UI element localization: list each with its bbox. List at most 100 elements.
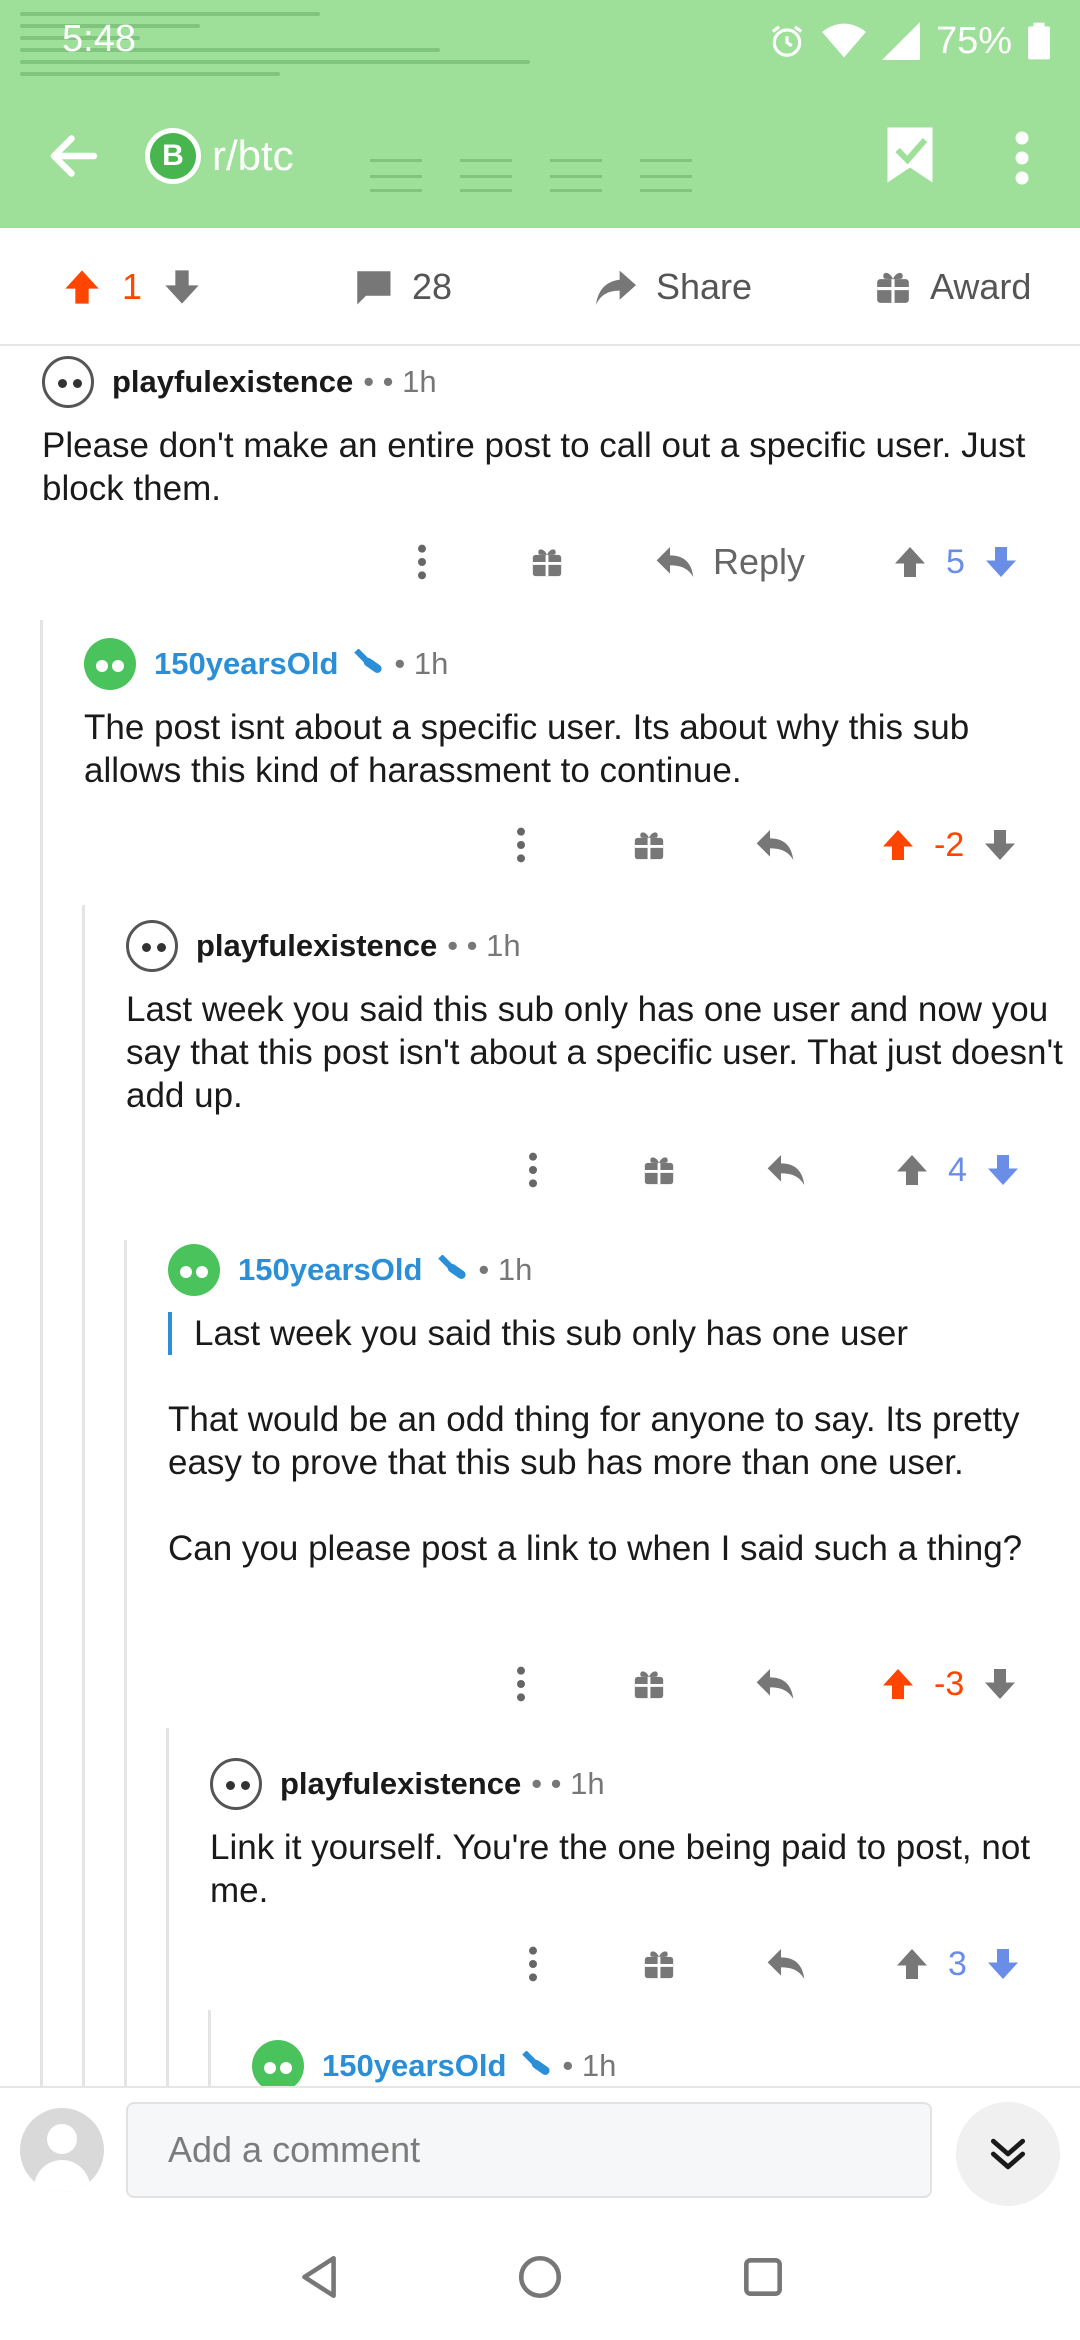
double-chevron-down-icon [990,2138,1026,2170]
reply-label: Reply [713,541,806,582]
comment-score: 3 [948,1944,967,1983]
back-button[interactable] [44,126,104,186]
user-avatar[interactable] [42,356,94,408]
comment-author[interactable]: playfulexistence [280,1766,521,1802]
award-button[interactable]: Award [874,228,1031,346]
comment-timestamp: • • 1h [447,928,521,963]
comment-award-button[interactable] [632,815,666,875]
comment-author[interactable]: playfulexistence [196,928,437,964]
mod-wrench-icon [438,1255,466,1279]
comment-score: 5 [946,542,965,581]
my-avatar[interactable] [20,2108,104,2192]
reply-button[interactable] [766,1934,806,1994]
nav-home-button[interactable] [515,2252,565,2302]
downvote-icon[interactable] [983,544,1019,580]
comment-more-button[interactable] [516,1140,550,1200]
comment-more-button[interactable] [504,1654,538,1714]
thread-line [82,905,85,2086]
comment-award-button[interactable] [642,1934,676,1994]
user-avatar[interactable] [84,638,136,690]
reply-arrow-icon [656,547,694,577]
app-header: 5:48 75% B r/btc [0,0,1080,228]
comment-text: Link it yourself. You're the one being p… [210,1828,1031,1910]
reply-arrow-icon [767,1949,805,1979]
user-avatar[interactable] [252,2040,304,2092]
comment-text: Can you please post a link to when I sai… [168,1529,1023,1568]
next-comment-button[interactable] [956,2102,1060,2206]
share-arrow-icon [596,270,636,306]
user-avatar[interactable] [210,1758,262,1810]
comment-author[interactable]: 150yearsOld [238,1252,422,1288]
thread-line [166,1728,169,2086]
subreddit-name[interactable]: r/btc [212,128,294,184]
comment-author[interactable]: playfulexistence [112,364,353,400]
comments-button[interactable]: 28 [352,228,452,346]
comment: playfulexistence • • 1h Please don't mak… [42,354,1042,510]
comment-body: Link it yourself. You're the one being p… [210,1826,1070,1912]
comment-more-button[interactable] [504,815,538,875]
gift-icon [634,832,664,860]
comment-body: The post isnt about a specific user. Its… [84,706,1044,792]
upvote-icon[interactable] [880,1666,916,1702]
comment: playfulexistence • • 1h Link it yourself… [210,1756,1070,1912]
comment-award-button[interactable] [530,532,564,592]
gift-icon [634,1671,664,1699]
upvote-icon[interactable] [62,267,102,307]
thread-line [208,2010,211,2086]
square-recents-icon [744,2258,782,2296]
comment-vote-group: -3 [880,1654,1018,1714]
bitcoin-icon: B [150,133,196,179]
subreddit-icon[interactable]: B [145,128,201,184]
comment-quote: Last week you said this sub only has one… [168,1312,1068,1355]
comment-text: The post isnt about a specific user. Its… [84,708,970,790]
reply-button[interactable]: Reply [655,532,805,592]
nav-back-button[interactable] [294,2252,344,2302]
nav-recents-button[interactable] [738,2252,788,2302]
status-time: 5:48 [62,18,136,60]
comment-award-button[interactable] [642,1140,676,1200]
comment-timestamp: • 1h [394,646,449,681]
upvote-icon[interactable] [880,827,916,863]
reply-button[interactable] [755,1654,795,1714]
comment-author[interactable]: 150yearsOld [154,646,338,682]
signal-icon [881,22,920,60]
battery-icon [1028,22,1050,60]
circle-home-icon [518,2255,562,2299]
more-options-button[interactable] [1000,128,1044,188]
battery-percent: 75% [935,19,1012,62]
post-action-bar: 1 28 Share Award [0,228,1080,346]
add-comment-input[interactable]: Add a comment [126,2102,932,2198]
upvote-icon[interactable] [892,544,928,580]
comment-award-button[interactable] [632,1654,666,1714]
reply-button[interactable] [755,815,795,875]
save-button[interactable] [885,124,935,186]
comment-text: That would be an odd thing for anyone to… [168,1400,1020,1482]
comment-vote-group: 5 [892,532,1019,592]
reply-button[interactable] [766,1140,806,1200]
user-avatar[interactable] [168,1244,220,1296]
comment-vote-group: 4 [894,1140,1021,1200]
user-avatar[interactable] [126,920,178,972]
comment-author[interactable]: 150yearsOld [322,2048,506,2084]
downvote-icon[interactable] [985,1946,1021,1982]
upvote-icon[interactable] [894,1946,930,1982]
downvote-icon[interactable] [162,267,202,307]
comment: playfulexistence • • 1h Last week you sa… [126,918,1066,1117]
downvote-icon[interactable] [982,1666,1018,1702]
downvote-icon[interactable] [985,1152,1021,1188]
comment-body: Last week you said this sub only has one… [168,1312,1068,1570]
comment-score: 4 [948,1150,967,1189]
gift-icon [644,1951,674,1979]
comment-more-button[interactable] [516,1934,550,1994]
downvote-icon[interactable] [982,827,1018,863]
comment-vote-group: -2 [880,815,1018,875]
share-button[interactable]: Share [594,228,752,346]
comment-actions: Reply 5 [0,532,1080,592]
upvote-icon[interactable] [894,1152,930,1188]
comment-score: -3 [934,1664,965,1703]
more-vertical-icon [517,1666,525,1702]
comment-more-button[interactable] [405,532,439,592]
comment-score: -2 [934,825,965,864]
comment: 150yearsOld • 1h Last week you said this… [168,1242,1068,1570]
more-vertical-icon [418,544,426,580]
